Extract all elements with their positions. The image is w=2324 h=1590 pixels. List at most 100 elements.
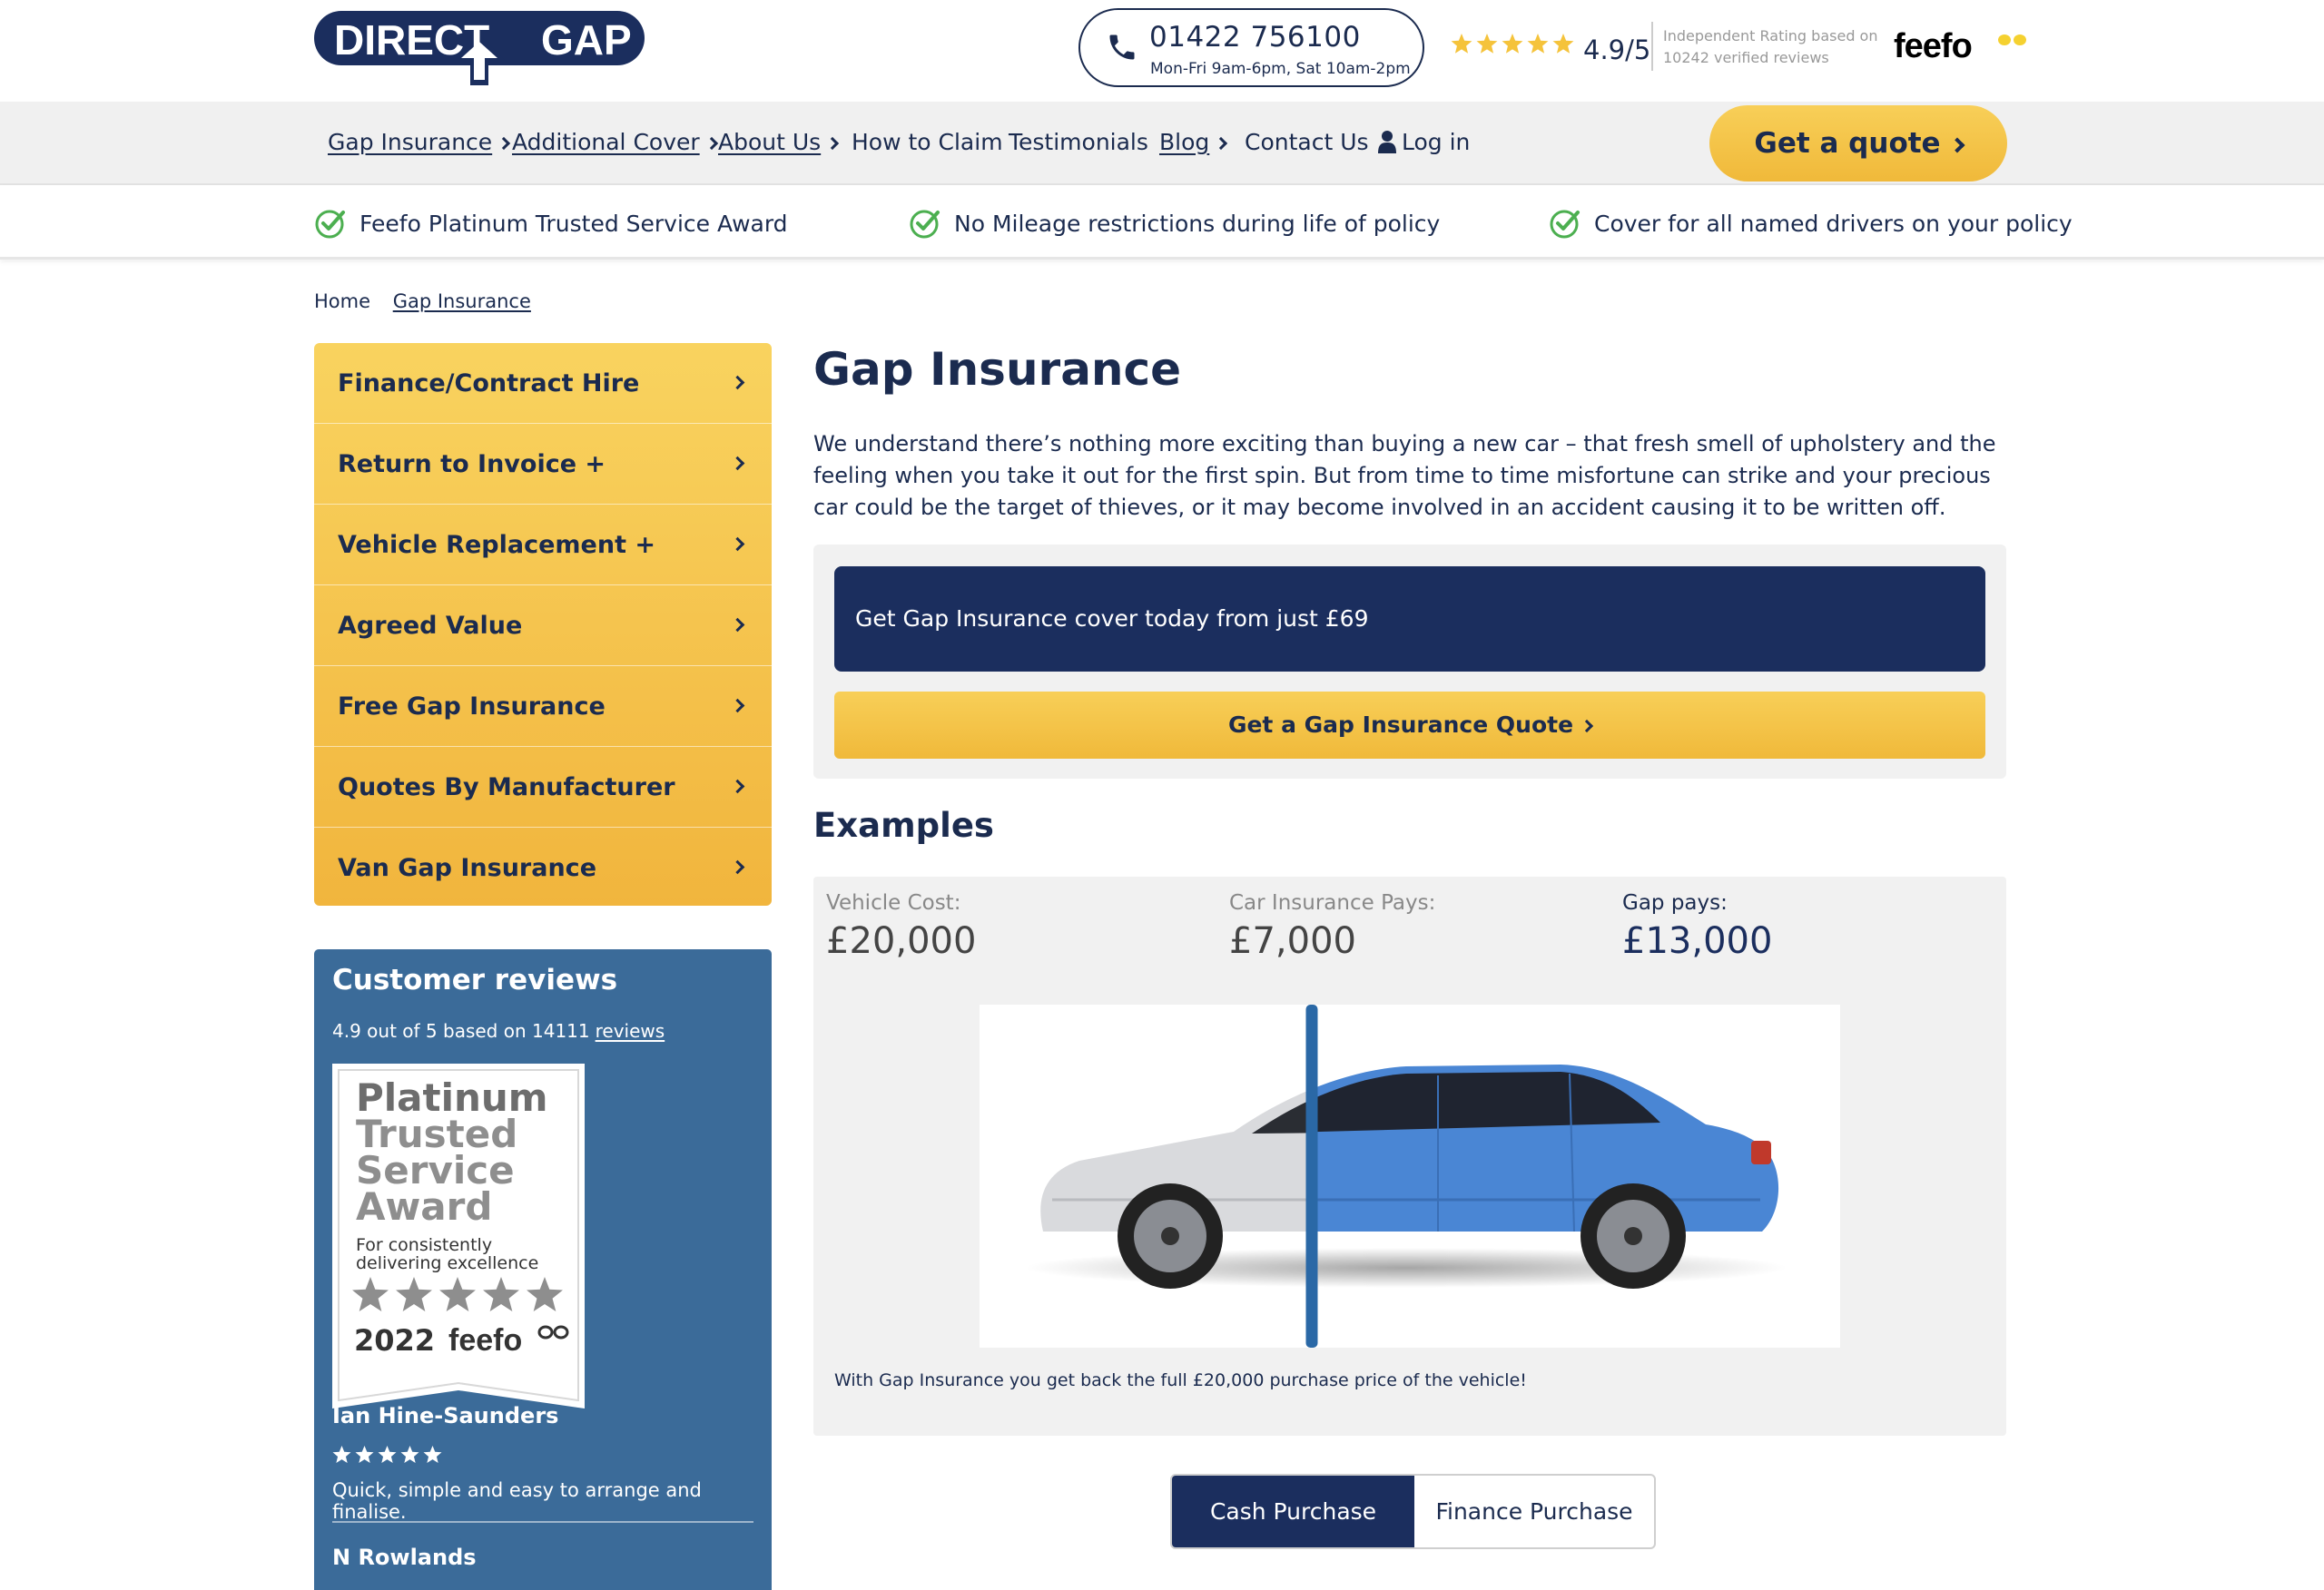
customer-reviews-panel: Customer reviews 4.9 out of 5 based on 1… [314,949,772,1590]
sidebar-item-free-gap-insurance[interactable]: Free Gap Insurance [314,666,772,747]
breadcrumb-current[interactable]: Gap Insurance [393,290,531,312]
usp-text: Feefo Platinum Trusted Service Award [359,211,788,237]
site-header: DIRECT GAP 01422 756100 Mon-Fri 9am-6pm,… [0,0,2324,102]
split-marker [1305,1005,1318,1348]
get-a-quote-label: Get a quote [1754,127,1941,160]
intro-paragraph: We understand there’s nothing more excit… [813,431,1996,520]
breadcrumb-home[interactable]: Home [314,290,370,312]
usp-item: Feefo Platinum Trusted Service Award [314,207,788,240]
sidebar-item-agreed-value[interactable]: Agreed Value [314,585,772,666]
chevron-right-icon [730,859,745,875]
chevron-right-icon [730,698,745,713]
example-panel: Vehicle Cost: £20,000 Car Insurance Pays… [813,877,2006,1436]
feefo-logo[interactable]: feefo [1894,27,2026,66]
nav-how-to-claim[interactable]: How to Claim [852,129,1003,155]
chevron-right-icon [1215,136,1228,151]
nav-testimonials[interactable]: Testimonials [1009,129,1148,155]
sidebar-item-quotes-by-manufacturer[interactable]: Quotes By Manufacturer [314,747,772,828]
usp-item: No Mileage restrictions during life of p… [909,207,1440,240]
vehicle-cost-value: £20,000 [826,920,977,962]
star-icon [1527,34,1549,54]
nav-gap-insurance[interactable]: Gap Insurance [328,129,511,155]
phone-contact[interactable]: 01422 756100 Mon-Fri 9am-6pm, Sat 10am-2… [1078,8,1424,87]
chevron-right-icon [704,136,718,151]
tab-cash-purchase[interactable]: Cash Purchase [1172,1476,1414,1547]
review-divider [332,1521,753,1523]
gap-pays-value: £13,000 [1622,920,1773,962]
phone-icon [1109,34,1135,60]
chevron-right-icon [730,375,745,390]
wheel-icon [1581,1183,1686,1289]
usp-item: Cover for all named drivers on your poli… [1549,207,2073,240]
sidebar-item-label: Agreed Value [338,612,523,640]
promo-banner: Get Gap Insurance cover today from just … [834,566,1985,672]
feefo-platinum-award-badge[interactable]: Platinum Trusted Service Award For consi… [332,1064,585,1423]
reviewer-name: N Rowlands [332,1545,477,1570]
chevron-right-icon [730,456,745,471]
feefo-logo-text: feefo [1894,27,1973,65]
rating-stars-icon [1451,34,1574,54]
nav-additional-cover-label: Additional Cover [512,129,700,155]
main-nav: Gap Insurance Additional Cover About Us … [0,102,2324,185]
tab-finance-purchase[interactable]: Finance Purchase [1414,1476,1654,1547]
gap-quote-label: Get a Gap Insurance Quote [1227,712,1574,738]
rating-note: Independent Rating based on 10242 verifi… [1663,25,1881,69]
example-caption: With Gap Insurance you get back the full… [834,1370,1527,1390]
award-line4: Award [356,1184,492,1229]
breadcrumb: Home Gap Insurance [314,290,531,312]
nav-gap-insurance-label: Gap Insurance [328,129,493,155]
sidebar-item-label: Quotes By Manufacturer [338,773,675,801]
star-icon [1451,34,1472,54]
award-tag2: delivering excellence [356,1253,538,1273]
car-split-illustration [980,1005,1840,1348]
award-year: 2022 [354,1323,435,1358]
feefo-eyes-icon [1998,34,2026,45]
phone-number[interactable]: 01422 756100 [1149,21,1361,54]
nav-about-us[interactable]: About Us [718,129,840,155]
nav-additional-cover[interactable]: Additional Cover [512,129,718,155]
usp-text: Cover for all named drivers on your poli… [1594,211,2073,237]
award-brand: feefo [448,1323,522,1358]
get-a-quote-button[interactable]: Get a quote [1709,105,2007,182]
usp-text: No Mileage restrictions during life of p… [954,211,1441,237]
chevron-right-icon [730,617,745,633]
logo-text-right: GAP [541,16,632,64]
chevron-right-icon [1580,719,1594,733]
sidebar-item-label: Free Gap Insurance [338,692,606,721]
nav-log-in[interactable]: Log in [1378,129,1470,155]
star-icon [332,1446,351,1463]
chevron-right-icon [497,136,511,151]
star-icon [1476,34,1498,54]
chevron-right-icon [730,779,745,794]
nav-about-us-label: About Us [718,129,822,155]
nav-blog[interactable]: Blog [1159,129,1228,155]
sidebar-item-label: Return to Invoice + [338,450,606,478]
insurance-pays-value: £7,000 [1229,920,1356,962]
nav-contact-us[interactable]: Contact Us [1245,129,1369,155]
rating-note-line2: 10242 verified reviews [1663,49,1829,66]
gap-insurance-quote-button[interactable]: Get a Gap Insurance Quote [834,692,1985,759]
sidebar-menu: Finance/Contract Hire Return to Invoice … [314,343,772,906]
chevron-right-icon [730,536,745,552]
gap-pays-label: Gap pays: [1622,891,1728,915]
check-circle-icon [315,210,345,239]
sidebar-item-label: Finance/Contract Hire [338,369,640,398]
review-text: Quick, simple and easy to arrange and fi… [332,1479,702,1523]
nav-log-in-label: Log in [1402,129,1471,155]
purchase-type-tabs: Cash Purchase Finance Purchase [1170,1474,1656,1549]
rating-note-line1: Independent Rating based on [1663,27,1878,44]
examples-title: Examples [813,806,994,845]
quote-panel: Get Gap Insurance cover today from just … [813,545,2006,779]
wheel-icon [1118,1183,1223,1289]
star-icon [423,1446,442,1463]
award-tag1: For consistently [356,1235,492,1255]
sidebar-item-vehicle-replacement[interactable]: Vehicle Replacement + [314,505,772,585]
reviews-link[interactable]: reviews [596,1020,665,1042]
direct-gap-logo[interactable]: DIRECT GAP [314,9,645,85]
sidebar-item-van-gap-insurance[interactable]: Van Gap Insurance [314,828,772,906]
sidebar-item-finance-contract-hire[interactable]: Finance/Contract Hire [314,343,772,424]
sidebar-item-return-to-invoice[interactable]: Return to Invoice + [314,424,772,505]
star-icon [355,1446,374,1463]
chevron-right-icon [1949,137,1965,153]
usp-bar: Feefo Platinum Trusted Service Award No … [0,185,2324,260]
